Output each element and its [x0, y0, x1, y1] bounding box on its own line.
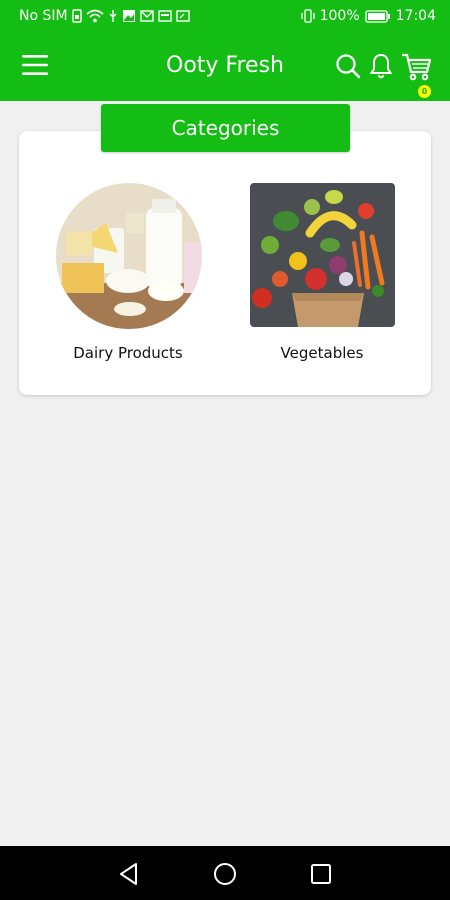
cart-count-badge: 0	[418, 85, 431, 98]
battery-icon	[364, 9, 390, 23]
category-label: Vegetables	[280, 344, 364, 362]
mail-icon	[139, 10, 154, 22]
sim-icon	[71, 9, 82, 23]
notification-app-icon	[175, 10, 190, 22]
status-bar: No SIM 100% 17:04	[0, 0, 450, 32]
home-icon[interactable]	[212, 861, 238, 887]
category-dairy-products[interactable]: Dairy Products	[28, 181, 228, 371]
carrier-label: No SIM	[19, 8, 68, 24]
category-label: Dairy Products	[73, 344, 183, 362]
usb-icon	[109, 10, 117, 22]
top-bar: No SIM 100% 17:04 Ooty Fresh 0	[0, 0, 450, 101]
search-icon[interactable]	[335, 53, 361, 79]
bell-icon[interactable]	[369, 52, 393, 80]
category-vegetables[interactable]: Vegetables	[222, 181, 422, 371]
cart-icon[interactable]	[401, 52, 433, 82]
vegetables-image	[250, 183, 395, 327]
menu-icon[interactable]	[20, 52, 50, 78]
wifi-icon	[86, 9, 104, 23]
categories-card: Dairy Products Vegetables	[19, 131, 431, 395]
battery-percent: 100%	[319, 8, 360, 24]
clock: 17:04	[395, 8, 436, 24]
categories-header: Categories	[101, 104, 350, 152]
gallery-icon	[122, 10, 135, 22]
vibrate-icon	[300, 9, 315, 23]
recents-icon[interactable]	[308, 861, 334, 887]
image-icon	[157, 10, 172, 22]
app-bar: Ooty Fresh 0	[0, 32, 450, 101]
dairy-products-image	[56, 183, 202, 329]
back-icon[interactable]	[116, 861, 142, 887]
system-nav-bar	[0, 846, 450, 900]
